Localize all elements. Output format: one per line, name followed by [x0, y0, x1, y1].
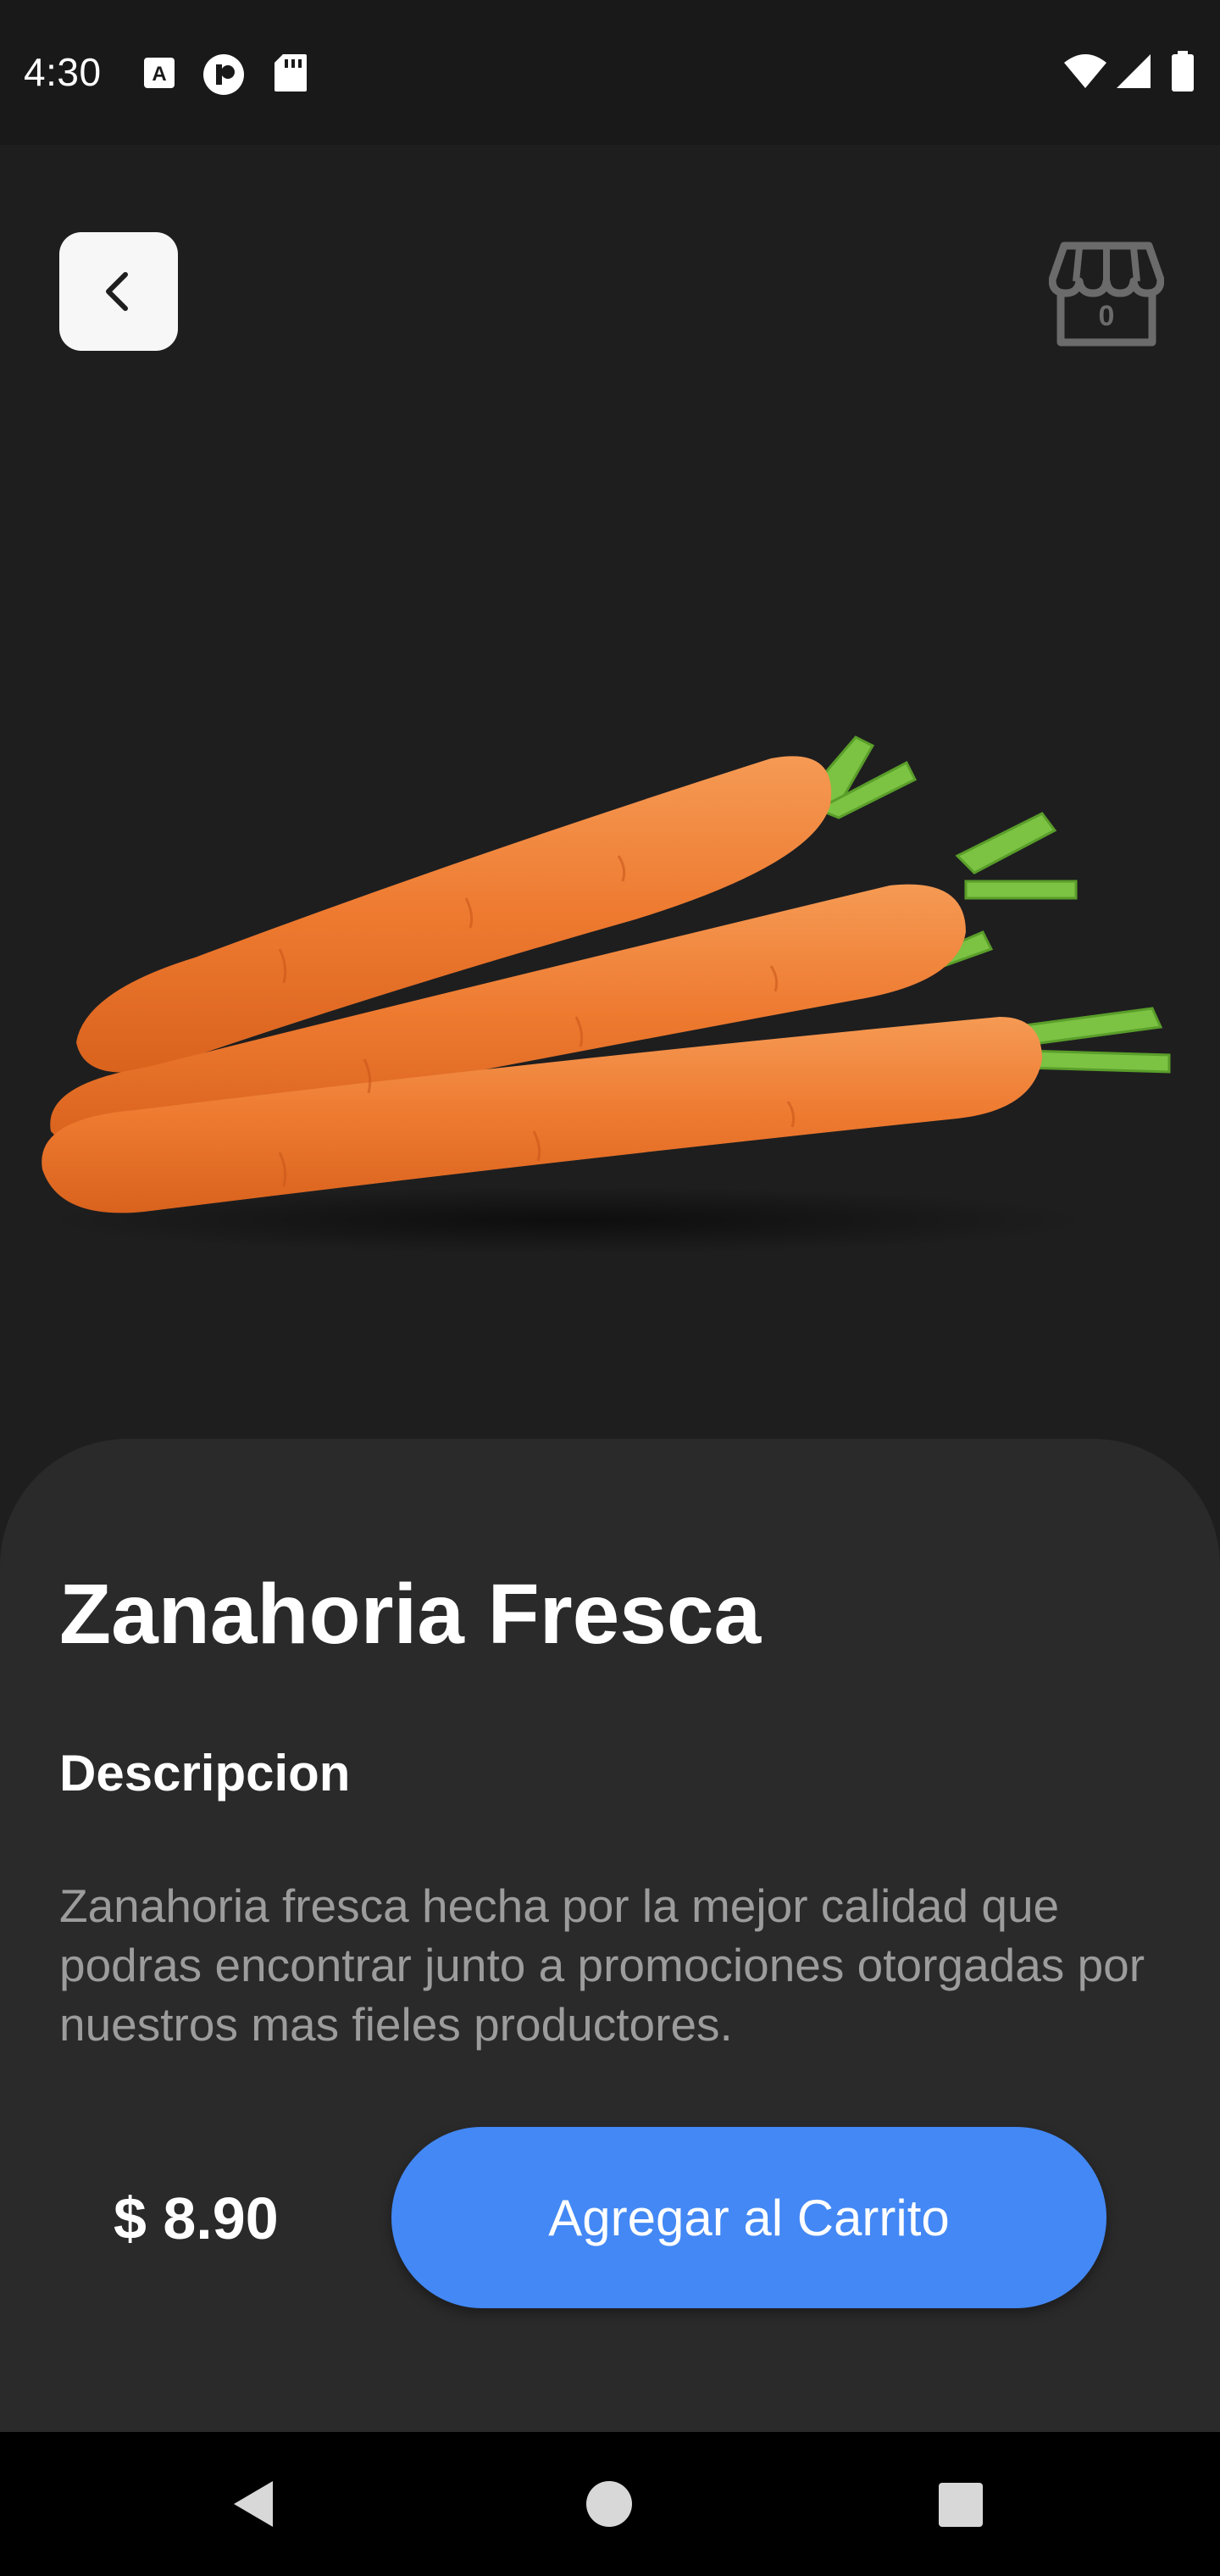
back-button[interactable] — [59, 232, 178, 351]
pocket-casts-icon — [203, 54, 244, 95]
svg-text:A: A — [152, 63, 166, 86]
cart-count-badge: 0 — [1098, 300, 1115, 332]
description-heading: Descripcion — [59, 1745, 351, 1802]
back-triangle-icon[interactable] — [229, 2478, 280, 2530]
recents-square-icon[interactable] — [937, 2481, 984, 2529]
store-cart-button[interactable]: 0 — [1049, 241, 1164, 347]
product-title: Zanahoria Fresca — [59, 1567, 762, 1662]
product-price: $ 8.90 — [114, 2185, 279, 2251]
product-detail-screen: 4:30 A 0 Zanahoria Fresca Descripcion Za… — [0, 0, 1220, 2576]
signal-icon — [1117, 54, 1151, 88]
chevron-left-icon — [106, 272, 128, 311]
status-bar: 4:30 A — [0, 0, 1220, 145]
status-time: 4:30 — [24, 50, 102, 94]
battery-icon — [1172, 51, 1194, 92]
add-to-cart-button[interactable]: Agregar al Carrito — [391, 2127, 1106, 2308]
wifi-icon — [1064, 54, 1106, 88]
product-description: Zanahoria fresca hecha por la mejor cali… — [59, 1879, 1145, 2051]
home-circle-icon[interactable] — [585, 2479, 634, 2529]
a-notification-icon: A — [144, 58, 175, 88]
product-image-carrots — [42, 736, 1171, 1254]
system-nav-bar — [0, 2432, 1220, 2576]
sd-card-icon — [274, 54, 307, 92]
